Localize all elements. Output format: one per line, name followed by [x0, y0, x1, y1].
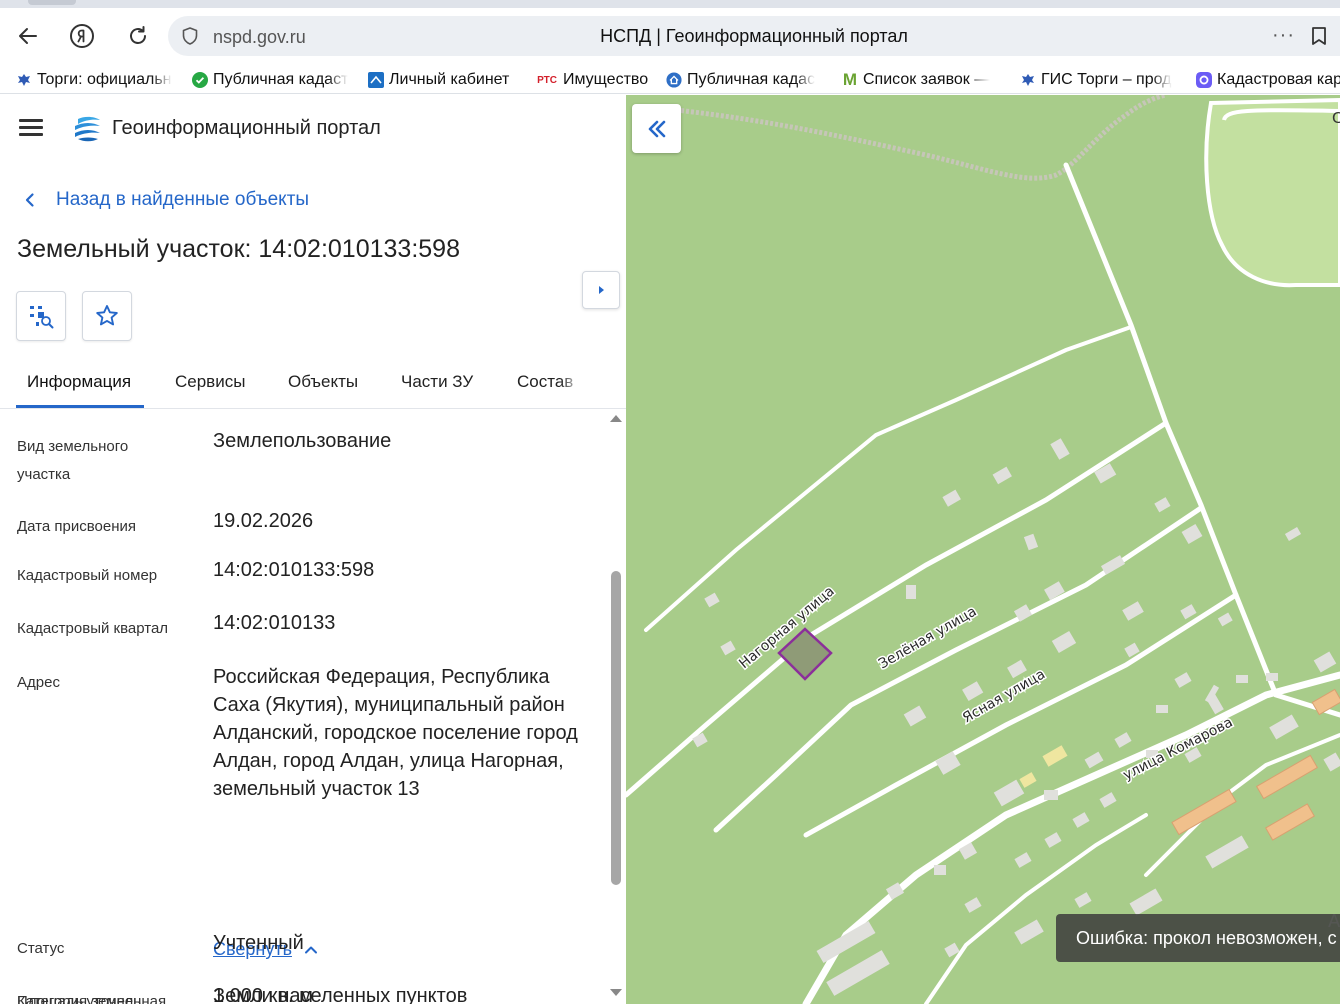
bookmark-icon[interactable]: [1308, 25, 1330, 47]
collapse-panel-button[interactable]: [632, 104, 681, 153]
more-icon[interactable]: ···: [1272, 24, 1295, 47]
yandex-button[interactable]: [64, 18, 100, 54]
buildings: [692, 438, 1340, 996]
back-link-label: Назад в найденные объекты: [56, 189, 310, 210]
info-label: Адрес: [17, 674, 60, 691]
locate-search-icon: [30, 306, 54, 329]
info-label: Вид земельного участка: [17, 438, 129, 483]
chevron-up-icon: [304, 946, 317, 953]
info-value: 19.02.2026: [213, 510, 314, 532]
scrollbar-thumb[interactable]: [611, 571, 621, 885]
portal-name[interactable]: Геоинформационный портал: [112, 117, 381, 140]
rosreestr-icon: [368, 72, 384, 88]
tab-parcel-parts[interactable]: Части ЗУ: [401, 372, 473, 392]
scroll-up-arrow[interactable]: [610, 415, 622, 422]
info-panel: Геоинформационный портал Назад в найденн…: [0, 95, 626, 1004]
check-circle-icon: [192, 72, 208, 88]
info-value: Российская Федерация, Республика Саха (Я…: [213, 666, 578, 800]
info-label: Кадастровый номер: [17, 567, 158, 584]
bookmark-item[interactable]: Публичная кадас: [666, 69, 826, 91]
trail: [675, 95, 1167, 181]
alice-icon: [1196, 72, 1212, 88]
scroll-down-arrow[interactable]: [610, 989, 622, 996]
info-value: 14:02:010133: [213, 612, 336, 634]
scrollbar[interactable]: [608, 411, 626, 1004]
back-button[interactable]: [10, 18, 46, 54]
bookmark-item[interactable]: Кадастровая кар: [1196, 69, 1340, 91]
tab-strip: [0, 0, 1340, 8]
map-view[interactable]: Нагорная улица Зелёная улица Ясная улица…: [626, 95, 1340, 1004]
page-title: НСПД | Геоинформационный портал: [600, 26, 908, 46]
map-corner-label: С: [1332, 109, 1340, 127]
menu-icon[interactable]: [19, 119, 43, 137]
bookmark-item[interactable]: Личный кабинет: [368, 69, 528, 91]
tab-services[interactable]: Сервисы: [175, 372, 245, 392]
error-toast: Ошибка: прокол невозможен, с: [1056, 914, 1340, 962]
bookmark-item[interactable]: Публичная кадаст: [192, 69, 354, 91]
highlighted-buildings: [1019, 688, 1340, 841]
star-icon: [96, 305, 118, 326]
bookmark-item[interactable]: M Список заявок —: [842, 69, 1002, 91]
caret-right-icon: [599, 286, 604, 294]
back-to-results-link[interactable]: Назад в найденные объекты: [22, 189, 309, 211]
reload-button[interactable]: [120, 18, 156, 54]
park-area: [1204, 97, 1340, 288]
street-labels: Нагорная улица Зелёная улица Ясная улица…: [735, 582, 1237, 785]
info-value: 14:02:010133:598: [213, 559, 375, 581]
reload-icon: [130, 26, 146, 44]
bookmarks-bar: Торги: официальн Публичная кадаст Личный…: [0, 64, 1340, 94]
info-label: Площадь уточненная: [17, 993, 167, 1004]
info-value: Землепользование: [213, 430, 392, 452]
home-icon: [666, 72, 682, 88]
bookmark-item[interactable]: ГИС Торги – прод: [1020, 69, 1182, 91]
double-chevron-left-icon: [648, 120, 665, 137]
map-canvas[interactable]: Нагорная улица Зелёная улица Ясная улица…: [626, 95, 1340, 1004]
object-title: Земельный участок: 14:02:010133:598: [17, 235, 460, 263]
info-value: 1 000 кв. м: [213, 985, 313, 1004]
info-list: Вид земельного участка Землепользование …: [0, 411, 608, 1004]
eagle-icon: [1020, 72, 1036, 88]
arrow-left-icon: [19, 28, 37, 44]
info-label: Дата присвоения: [17, 518, 136, 535]
browser-toolbar: nspd.gov.ru НСПД | Геоинформационный пор…: [0, 8, 1340, 64]
portal-logo-icon: [75, 116, 100, 142]
m-logo-icon: M: [842, 70, 858, 89]
eagle-icon: [16, 72, 32, 88]
roads: [626, 162, 1340, 1004]
bookmark-item[interactable]: Торги: официальн: [16, 69, 176, 91]
collapse-label: Свернуть: [213, 939, 292, 959]
address-bar[interactable]: nspd.gov.ru НСПД | Геоинформационный пор…: [168, 16, 1340, 56]
browser-tab[interactable]: [28, 0, 76, 5]
info-label: Кадастровый квартал: [17, 620, 169, 637]
bookmark-item[interactable]: РТС Имущество: [536, 69, 656, 91]
chevron-left-icon: [25, 193, 34, 207]
street-label-komarova: улица Комарова: [1121, 714, 1236, 783]
show-on-map-button[interactable]: [16, 291, 66, 341]
active-tab-indicator: [16, 405, 144, 408]
rts-icon: РТС: [537, 74, 557, 86]
tab-objects[interactable]: Объекты: [288, 372, 358, 392]
tab-information[interactable]: Информация: [27, 372, 131, 392]
tabs-next-button[interactable]: [582, 271, 620, 309]
tab-bar: Информация Сервисы Объекты Части ЗУ Сост…: [0, 361, 626, 409]
yandex-icon: [70, 24, 94, 48]
collapse-address-link[interactable]: Свернуть: [213, 939, 318, 960]
tabs-fade: [560, 361, 582, 407]
favorite-button[interactable]: [82, 291, 132, 341]
